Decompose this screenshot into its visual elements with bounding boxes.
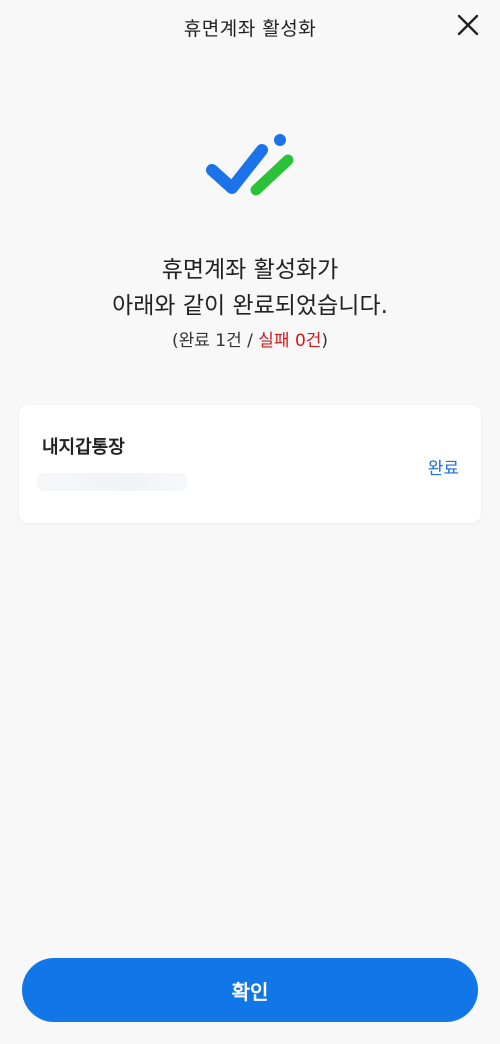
summary-success: 완료 1건 xyxy=(178,331,242,351)
confirm-button[interactable]: 확인 xyxy=(22,958,478,1022)
result-headline: 휴면계좌 활성화가 아래와 같이 완료되었습니다. xyxy=(0,252,500,324)
headline-line-1: 휴면계좌 활성화가 xyxy=(161,257,339,283)
summary-close: ) xyxy=(321,331,329,351)
headline-line-2: 아래와 같이 완료되었습니다. xyxy=(112,293,388,319)
double-check-icon xyxy=(206,134,294,196)
page-title: 휴면계좌 활성화 xyxy=(183,18,317,40)
close-icon[interactable] xyxy=(450,8,486,44)
result-summary: (완료 1건 / 실패 0건) xyxy=(0,326,500,351)
header-bar: 휴면계좌 활성화 xyxy=(0,0,500,54)
summary-open: ( xyxy=(171,331,179,351)
account-status: 완료 xyxy=(427,459,459,479)
account-card: 내지갑통장 완료 xyxy=(19,405,481,523)
summary-fail: 실패 0건 xyxy=(258,331,322,351)
account-name: 내지갑통장 xyxy=(42,437,125,458)
close-button[interactable] xyxy=(450,8,486,44)
summary-separator: / xyxy=(241,331,259,351)
account-number-masked xyxy=(37,473,187,491)
